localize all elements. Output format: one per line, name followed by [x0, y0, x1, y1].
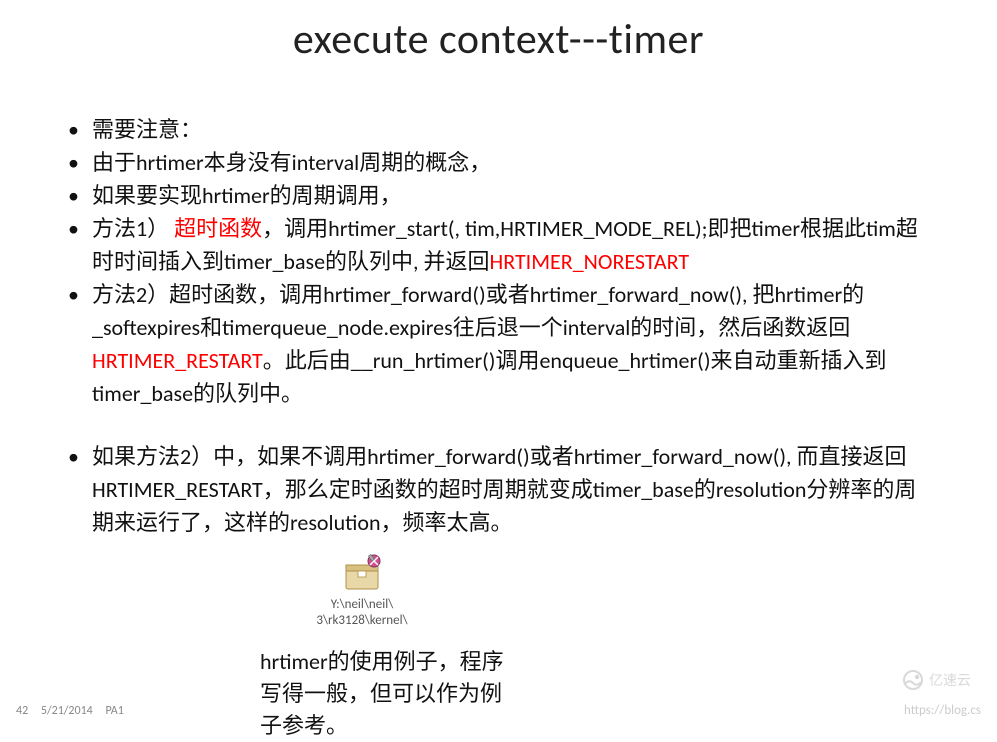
watermark-brand-text: 亿速云: [929, 673, 971, 689]
text-highlight: HRTIMER_NORESTART: [490, 248, 690, 275]
bullet-list: 需要注意： 由于hrtimer本身没有interval周期的概念， 如果要实现h…: [60, 113, 937, 410]
file-path-line: Y:\neil\neil\: [331, 597, 393, 612]
file-path-label: Y:\neil\neil\ 3\rk3128\kernel\: [292, 597, 432, 628]
watermark-logo: 亿速云: [901, 669, 979, 696]
text-highlight: 超时函数: [174, 215, 262, 242]
bottom-note: hrtimer的使用例子，程序写得一般，但可以作为例子参考。: [260, 646, 520, 742]
footer-date: 5/21/2014: [41, 704, 93, 718]
package-file-icon: [340, 553, 384, 593]
bullet-item: 由于hrtimer本身没有interval周期的概念，: [60, 146, 937, 179]
bullet-item: 如果方法2）中，如果不调用hrtimer_forward()或者hrtimer_…: [60, 440, 937, 539]
slide-title: execute context---timer: [0, 0, 997, 73]
slide-footer: 42 5/21/2014 PA1: [16, 704, 134, 718]
page-number: 42: [16, 704, 28, 718]
bullet-list: 如果方法2）中，如果不调用hrtimer_forward()或者hrtimer_…: [60, 440, 937, 539]
bullet-item: 如果要实现hrtimer的周期调用，: [60, 179, 937, 212]
bullet-item: 方法1） 超时函数，调用hrtimer_start(, tim,HRTIMER_…: [60, 212, 937, 278]
embedded-file[interactable]: Y:\neil\neil\ 3\rk3128\kernel\: [292, 553, 432, 628]
bullet-item: 方法2）超时函数，调用hrtimer_forward()或者hrtimer_fo…: [60, 278, 937, 410]
file-path-line: 3\rk3128\kernel\: [316, 613, 407, 628]
text: 方法1）: [92, 215, 169, 242]
slide-content: 需要注意： 由于hrtimer本身没有interval周期的概念， 如果要实现h…: [0, 73, 997, 742]
text: 方法2）超时函数，调用hrtimer_forward()或者hrtimer_fo…: [92, 281, 864, 341]
footer-label: PA1: [105, 704, 123, 718]
bullet-item: 需要注意：: [60, 113, 937, 146]
watermark-url: https://blog.cs: [904, 703, 981, 718]
text-highlight: HRTIMER_RESTART: [92, 347, 263, 374]
